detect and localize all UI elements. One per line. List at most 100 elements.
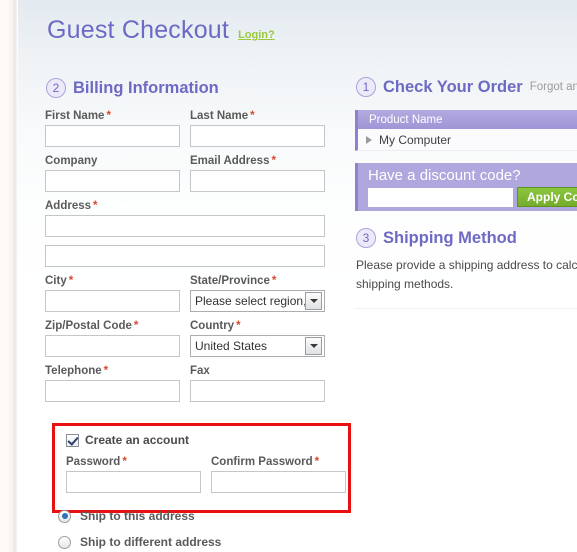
zip-field: Zip/Postal Code * (45, 320, 180, 357)
discount-code-title: Have a discount code? (368, 167, 521, 184)
password-row: Password * Confirm Password * (66, 456, 348, 493)
product-name-column-header: Product Name (355, 110, 577, 129)
confirm-password-input[interactable] (211, 471, 346, 493)
fax-field: Fax (190, 365, 325, 402)
shipping-note-line2: shipping methods. (356, 277, 454, 291)
page-header: Guest Checkout Login? (47, 16, 275, 45)
zip-label-text: Zip/Postal Code (45, 320, 132, 332)
telephone-input[interactable] (45, 380, 180, 402)
company-input[interactable] (45, 170, 180, 192)
name-row: First Name * Last Name * (45, 110, 325, 147)
email-label-text: Email Address (190, 155, 270, 167)
password-field: Password * (66, 456, 201, 493)
confirm-password-label-text: Confirm Password (211, 456, 313, 468)
ship-same-address-radio[interactable] (58, 509, 71, 523)
step-number-badge: 3 (356, 228, 376, 248)
create-account-section: Create an account Password * Confirm Pass… (55, 426, 348, 493)
required-marker: * (250, 110, 255, 122)
page-left-margin (0, 0, 14, 552)
city-label: City * (45, 275, 180, 287)
company-label: Company (45, 155, 180, 167)
login-link[interactable]: Login? (238, 29, 275, 41)
password-input[interactable] (66, 471, 201, 493)
ship-different-address-label: Ship to different address (80, 535, 222, 549)
coupon-code-input[interactable] (368, 187, 513, 207)
check-your-order-heading: 1 Check Your Order Forgot an item? (356, 77, 577, 97)
required-marker: * (271, 155, 276, 167)
shipping-method-note: Please provide a shipping address to cal… (356, 256, 577, 294)
forgot-an-item-link[interactable]: Forgot an item? (530, 81, 577, 93)
chevron-down-icon (305, 292, 322, 310)
password-label: Password * (66, 456, 201, 468)
fax-label-text: Fax (190, 365, 210, 377)
address-line1-input[interactable] (45, 215, 325, 237)
city-label-text: City (45, 275, 67, 287)
ship-same-address-label: Ship to this address (80, 509, 195, 523)
checkout-page: Guest Checkout Login? 2 Billing Informat… (18, 0, 577, 552)
fax-input[interactable] (190, 380, 325, 402)
zip-input[interactable] (45, 335, 180, 357)
telephone-fax-row: Telephone * Fax (45, 365, 325, 402)
expand-triangle-icon[interactable] (366, 135, 372, 144)
address-line2-field (45, 245, 325, 267)
order-section-title: Check Your Order (383, 77, 523, 96)
zip-country-row: Zip/Postal Code * Country * United States (45, 320, 325, 357)
country-label-text: Country (190, 320, 235, 332)
order-summary-table: Product Name My Computer (355, 110, 577, 151)
state-select-value: Please select region, state or province. (195, 294, 305, 308)
state-select[interactable]: Please select region, state or province. (190, 290, 325, 312)
country-select-value: United States (195, 339, 268, 353)
address-label: Address * (45, 200, 325, 212)
company-email-row: Company Email Address * (45, 155, 325, 192)
required-marker: * (236, 320, 241, 332)
zip-label: Zip/Postal Code * (45, 320, 180, 332)
country-label: Country * (190, 320, 325, 332)
page-title: Guest Checkout (47, 16, 230, 44)
apply-coupon-button[interactable]: Apply Coupon (517, 187, 577, 207)
address-line2-input[interactable] (45, 245, 325, 267)
required-marker: * (314, 456, 320, 468)
billing-information-heading: 2 Billing Information (46, 78, 219, 98)
email-input[interactable] (190, 170, 325, 192)
table-row[interactable]: My Computer (355, 129, 577, 151)
ship-same-address-option[interactable]: Ship to this address (58, 509, 221, 523)
confirm-password-label: Confirm Password * (211, 456, 346, 468)
required-marker: * (122, 456, 127, 468)
state-label-text: State/Province (190, 275, 270, 287)
first-name-label: First Name * (45, 110, 180, 122)
email-label: Email Address * (190, 155, 325, 167)
coupon-entry-row: Apply Coupon (368, 187, 577, 207)
create-account-label: Create an account (85, 433, 190, 447)
step-number-badge: 2 (46, 78, 66, 98)
required-marker: * (103, 365, 109, 377)
ship-to-options: Ship to this address Ship to different a… (58, 509, 221, 552)
company-field: Company (45, 155, 180, 192)
product-name-cell: My Computer (379, 132, 452, 147)
address-label-text: Address (45, 200, 92, 212)
discount-code-panel: Have a discount code? Apply Coupon (355, 163, 577, 211)
company-label-text: Company (45, 155, 98, 167)
password-label-text: Password (66, 456, 121, 468)
address-field: Address * (45, 200, 325, 237)
confirm-password-field: Confirm Password * (211, 456, 346, 493)
required-marker: * (133, 320, 139, 332)
create-account-row[interactable]: Create an account (66, 433, 348, 447)
fax-label: Fax (190, 365, 325, 377)
address-row: Address * (45, 200, 325, 237)
first-name-label-text: First Name (45, 110, 105, 122)
first-name-input[interactable] (45, 125, 180, 147)
section-divider (355, 308, 577, 309)
ship-different-address-radio[interactable] (58, 535, 71, 549)
city-input[interactable] (45, 290, 180, 312)
billing-form: First Name * Last Name * Company Email A… (45, 110, 325, 410)
state-label: State/Province * (190, 275, 325, 287)
create-account-checkbox[interactable] (66, 433, 79, 447)
address-line2-row (45, 245, 325, 267)
country-select[interactable]: United States (190, 335, 325, 357)
shipping-method-title: Shipping Method (383, 228, 517, 247)
ship-different-address-option[interactable]: Ship to different address (58, 535, 221, 549)
shipping-method-heading: 3 Shipping Method (356, 228, 517, 248)
chevron-down-icon (305, 337, 322, 355)
last-name-input[interactable] (190, 125, 325, 147)
city-state-row: City * State/Province * Please select regi… (45, 275, 325, 312)
